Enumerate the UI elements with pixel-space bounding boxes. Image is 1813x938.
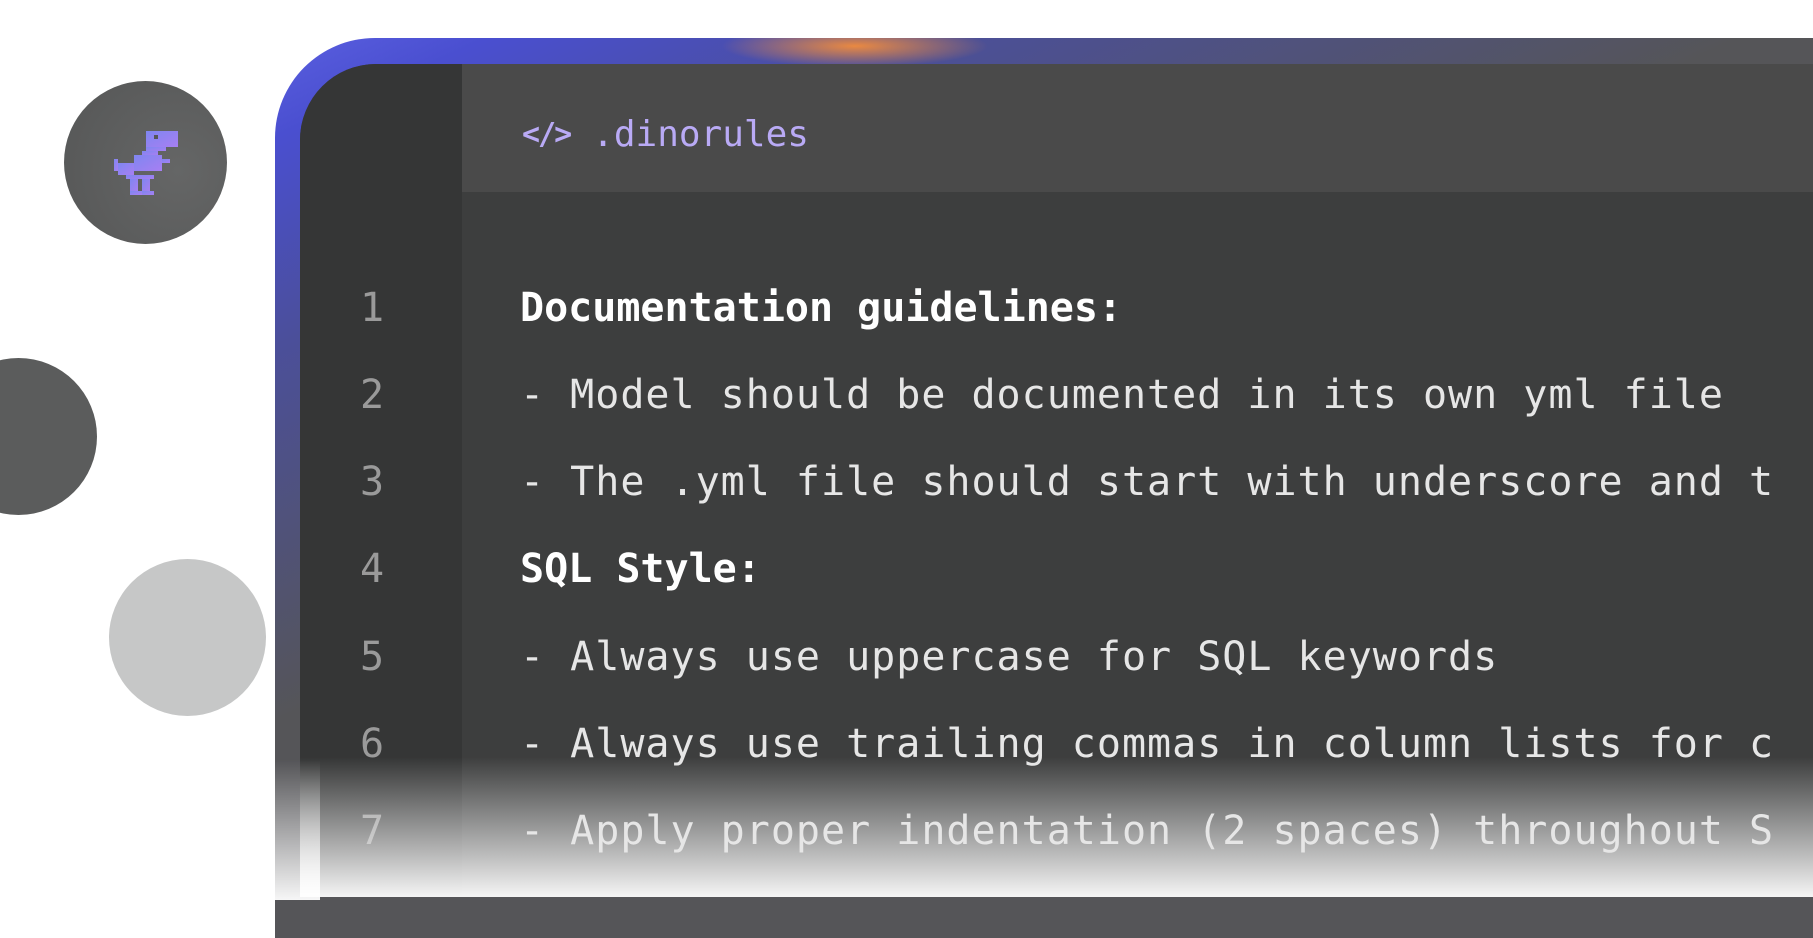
line-text: - Apply proper indentation (2 spaces) th… [520,808,1775,854]
line-number: 7 [360,808,385,854]
line-number: 1 [360,285,385,331]
avatar-placeholder-dark [0,358,97,515]
code-line: 4 SQL Style: [300,539,1813,599]
code-line: 6 - Always use trailing commas in column… [300,714,1813,774]
code-editor: </> .dinorules 1 Documentation guideline… [300,64,1813,897]
code-line: 1 Documentation guidelines: [300,278,1813,338]
line-number: 2 [360,372,385,418]
file-tab-label: .dinorules [592,114,809,155]
code-line: 7 - Apply proper indentation (2 spaces) … [300,801,1813,861]
file-tab[interactable]: </> .dinorules [522,114,809,155]
code-line: 5 - Always use uppercase for SQL keyword… [300,627,1813,687]
line-text: SQL Style: [520,546,761,592]
line-number: 4 [360,546,385,592]
code-line: 2 - Model should be documented in its ow… [300,365,1813,425]
avatar[interactable] [64,81,227,244]
line-number: 6 [360,721,385,767]
frame-bottom-fade [260,760,320,900]
line-text: Documentation guidelines: [520,285,1123,331]
line-number: 5 [360,634,385,680]
line-text: - The .yml file should start with unders… [520,459,1775,505]
code-icon: </> [522,117,572,152]
line-text: - Always use uppercase for SQL keywords [520,634,1499,680]
code-line: 3 - The .yml file should start with unde… [300,452,1813,512]
editor-tab-bar: </> .dinorules [462,64,1813,192]
avatar-placeholder-light [109,559,266,716]
line-text: - Model should be documented in its own … [520,372,1724,418]
line-text: - Always use trailing commas in column l… [520,721,1775,767]
line-number: 3 [360,459,385,505]
dino-icon [113,130,178,195]
